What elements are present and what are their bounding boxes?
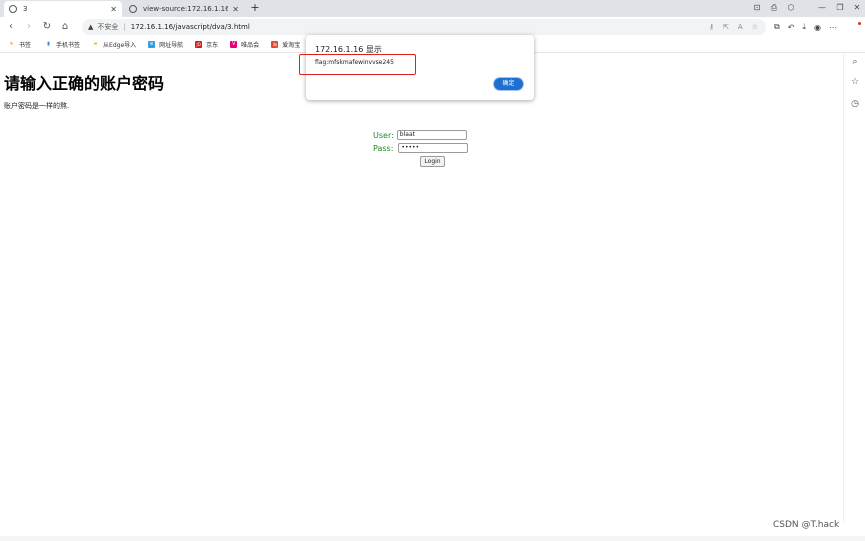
watermark: CSDN @T.hack: [773, 520, 840, 530]
bookmark-label: 从Edge导入: [103, 41, 137, 49]
bookmark-label: 唯品会: [241, 41, 260, 49]
user-row: User: blaat: [373, 130, 467, 140]
url-text[interactable]: 172.16.1.16/javascript/dva/3.html: [131, 23, 250, 31]
bookmark-label: 京东: [206, 41, 219, 49]
pass-input[interactable]: •••••: [398, 143, 469, 153]
share-icon[interactable]: ⇱: [723, 23, 729, 31]
new-tab-button[interactable]: +: [248, 1, 262, 15]
bookmark-label: 手机书签: [56, 41, 81, 49]
profile-icon[interactable]: ◉: [814, 23, 821, 32]
vip-icon: V: [230, 40, 238, 48]
undo-icon[interactable]: ↶: [788, 23, 795, 32]
tab-view-source[interactable]: view-source:172.16.1.16/javascr ✕: [124, 1, 244, 17]
tab-active[interactable]: 3 ✕: [4, 1, 122, 17]
address-bar[interactable]: ▲ 不安全 | 172.16.1.16/javascript/dva/3.htm…: [82, 19, 766, 35]
insecure-label: 不安全: [97, 23, 119, 31]
browser-window: 3 ✕ view-source:172.16.1.16/javascr ✕ + …: [0, 0, 865, 541]
jd-icon: JD: [195, 40, 203, 48]
key-icon[interactable]: ⚷: [709, 23, 714, 31]
user-label: User:: [373, 130, 394, 140]
tab-close-icon[interactable]: ✕: [110, 5, 117, 14]
workspaces-icon[interactable]: ⊡: [751, 3, 763, 13]
address-bar-icons: ⚷ ⇱ A ☆: [709, 19, 758, 35]
home-button[interactable]: ⌂: [58, 20, 72, 34]
minimize-button[interactable]: —: [816, 3, 828, 13]
restore-button[interactable]: ❐: [834, 3, 846, 13]
immersive-reader-icon[interactable]: A: [738, 23, 743, 31]
window-close-button[interactable]: ✕: [851, 3, 863, 13]
pass-label: Pass:: [373, 143, 394, 153]
bookmark-item[interactable]: 淘 爱淘宝: [271, 40, 300, 49]
pass-row: Pass: •••••: [373, 143, 469, 153]
search-icon[interactable]: ⌕: [849, 56, 861, 68]
tab-label: view-source:172.16.1.16/javascr: [143, 5, 229, 13]
tab-label: 3: [23, 5, 28, 13]
bookmark-label: 爱淘宝: [282, 41, 301, 49]
bookmark-item[interactable]: ★ 书签: [8, 40, 31, 49]
screenshot-icon[interactable]: ⎙: [768, 3, 780, 13]
bookmark-item[interactable]: ▮ 手机书签: [45, 40, 80, 49]
favorite-icon[interactable]: ☆: [752, 23, 758, 31]
star-icon: ★: [9, 40, 14, 47]
warning-icon[interactable]: ▲: [88, 23, 93, 31]
collections-icon[interactable]: ⬡: [785, 3, 797, 13]
bottom-edge: [0, 536, 865, 541]
reload-button[interactable]: ↻: [40, 20, 54, 34]
globe-icon: [129, 5, 137, 13]
globe-icon: [9, 5, 17, 13]
bookmark-item[interactable]: e 网址导航: [148, 40, 183, 49]
bookmark-label: 网址导航: [159, 41, 184, 49]
download-icon[interactable]: ⤓: [802, 22, 806, 32]
toolbar: ‹ › ↻ ⌂ ▲ 不安全 | 172.16.1.16/javascript/d…: [0, 17, 865, 37]
login-button[interactable]: Login: [420, 156, 445, 167]
tab-strip: 3 ✕ view-source:172.16.1.16/javascr ✕ + …: [0, 0, 865, 17]
bookmark-item[interactable]: V 唯品会: [230, 40, 259, 49]
user-input[interactable]: blaat: [396, 130, 467, 140]
taobao-icon: 淘: [271, 40, 279, 48]
ok-button[interactable]: 确定: [493, 77, 524, 91]
address-separator: |: [123, 23, 126, 31]
toolbar-icons: ⧉ ↶ ⤓ ◉ ⋯: [774, 17, 837, 37]
more-icon[interactable]: ⋯: [829, 23, 837, 32]
favorites-icon[interactable]: ☆: [849, 76, 861, 88]
back-button[interactable]: ‹: [4, 20, 18, 34]
phone-icon: ▮: [47, 40, 50, 47]
history-icon[interactable]: ◷: [849, 98, 861, 110]
bookmark-label: 书签: [19, 41, 32, 49]
navigation-icon: e: [148, 40, 156, 48]
sidebar: ⌕ ☆ ◷: [843, 53, 865, 523]
page-title: 请输入正确的账户密码: [4, 74, 165, 93]
highlight-box: [299, 54, 416, 75]
extensions-icon[interactable]: ⧉: [774, 22, 780, 32]
page-description: 账户密码是一样的熬.: [4, 102, 70, 110]
folder-icon: ▰: [93, 40, 98, 47]
bookmark-item[interactable]: ▰ 从Edge导入: [92, 40, 137, 49]
tab-close-icon[interactable]: ✕: [232, 5, 239, 14]
bookmark-item[interactable]: JD 京东: [195, 40, 218, 49]
forward-button[interactable]: ›: [22, 20, 36, 34]
notification-dot: [858, 22, 861, 25]
